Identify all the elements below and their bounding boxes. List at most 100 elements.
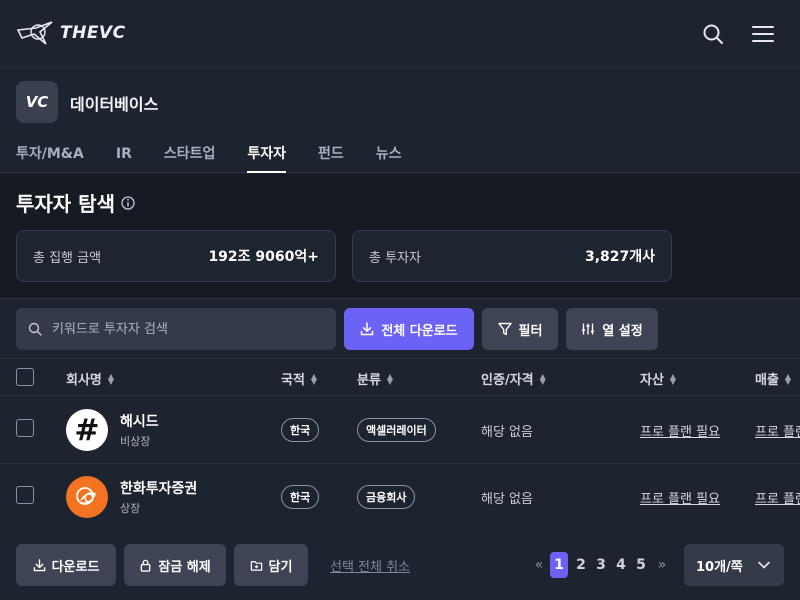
column-label: 국적 — [281, 373, 305, 388]
download-icon — [33, 558, 45, 571]
revenue-pro-link[interactable]: 프로 플랜 — [755, 421, 800, 440]
sort-icon: ▲ ▼ — [310, 371, 318, 386]
page-4[interactable]: 4 — [611, 552, 631, 578]
table-toolbar: 전체 다운로드 필터 열 설정 — [0, 298, 800, 358]
badge-text: VC — [25, 93, 49, 111]
filter-label: 필터 — [518, 323, 543, 339]
assets-pro-link[interactable]: 프로 플랜 필요 — [640, 488, 720, 507]
deselect-all-link[interactable]: 선택 전체 취소 — [330, 556, 410, 575]
company-name[interactable]: 한화투자증권 — [120, 478, 197, 498]
total-amount-card: 총 집행 금액 192조 9060억+ — [16, 230, 336, 282]
bulk-action-bar: 다운로드 잠금 해제 담기 선택 전체 취소 « 1 2 3 4 5 » 10개… — [0, 530, 800, 600]
company-name[interactable]: 해시드 — [120, 411, 159, 431]
stat-value: 192조 9060억+ — [208, 249, 319, 265]
chevron-down-icon — [758, 561, 770, 569]
search-box[interactable] — [16, 308, 336, 350]
column-header-country[interactable]: 국적 ▲ ▼ — [281, 369, 317, 388]
database-header: VC 데이터베이스 투자/M&A IR 스타트업 투자자 펀드 뉴스 — [0, 69, 800, 173]
tab-bar: 투자/M&A IR 스타트업 투자자 펀드 뉴스 — [16, 143, 434, 173]
database-badge: VC — [16, 81, 58, 123]
download-button[interactable]: 다운로드 — [16, 544, 116, 586]
column-header-company[interactable]: 회사명 ▲ ▼ — [66, 369, 114, 388]
per-page-value: 10개/쪽 — [696, 559, 743, 575]
sort-icon: ▲ ▼ — [107, 371, 115, 386]
filter-icon — [497, 322, 512, 336]
logo-text: THEVC — [60, 23, 126, 43]
tab-fund[interactable]: 펀드 — [318, 143, 344, 173]
logo-mark-icon — [16, 21, 53, 45]
tab-investor[interactable]: 투자자 — [247, 143, 286, 173]
stat-label: 총 투자자 — [369, 250, 421, 266]
table-row[interactable]: # 해시드 비상장 한국 액셀러레이터 해당 없음 프로 플랜 필요 프로 플랜 — [0, 397, 800, 464]
column-label: 회사명 — [66, 373, 102, 388]
page-title: 데이터베이스 — [70, 95, 159, 114]
sort-icon: ▲ ▼ — [539, 371, 546, 386]
assets-pro-link[interactable]: 프로 플랜 필요 — [640, 421, 720, 440]
pagination: « 1 2 3 4 5 » — [528, 552, 673, 578]
download-label: 다운로드 — [51, 559, 100, 575]
save-to-folder-button[interactable]: 담기 — [234, 544, 308, 586]
stat-label: 총 집행 금액 — [33, 250, 102, 266]
column-header-certification[interactable]: 인증/자격 ▲ ▼ — [481, 369, 546, 388]
folder-add-icon — [250, 560, 262, 571]
column-label: 인증/자격 — [481, 373, 534, 388]
certification-value: 해당 없음 — [481, 492, 533, 507]
investor-explore-section: 투자자 탐색 총 집행 금액 192조 9060억+ 총 투자자 3,827개사 — [0, 174, 800, 298]
revenue-pro-link[interactable]: 프로 플랜 — [755, 488, 800, 507]
sort-icon: ▲ ▼ — [784, 371, 792, 386]
thevc-logo[interactable]: THEVC — [16, 18, 126, 48]
column-header-category[interactable]: 분류 ▲ ▼ — [357, 369, 393, 388]
row-checkbox[interactable] — [16, 419, 34, 437]
listing-status: 비상장 — [120, 435, 151, 448]
page-2[interactable]: 2 — [571, 552, 591, 578]
column-label: 매출 — [755, 373, 779, 388]
section-title-text: 투자자 탐색 — [16, 192, 115, 216]
column-header-assets[interactable]: 자산 ▲ ▼ — [640, 369, 676, 388]
page-3[interactable]: 3 — [591, 552, 611, 578]
lock-icon — [140, 559, 151, 572]
select-all-checkbox[interactable] — [16, 368, 34, 386]
search-icon — [28, 322, 42, 336]
filter-button[interactable]: 필터 — [482, 308, 558, 350]
unlock-button[interactable]: 잠금 해제 — [124, 544, 226, 586]
prev-page-icon[interactable]: « — [528, 552, 550, 578]
column-header-revenue[interactable]: 매출 ▲ ▼ — [755, 369, 791, 388]
table-header: 회사명 ▲ ▼ 국적 ▲ ▼ 분류 ▲ ▼ 인증/자격 ▲ ▼ 자산 ▲ ▼ 매출 ▲ ▼ — [0, 358, 800, 396]
page-5[interactable]: 5 — [631, 552, 651, 578]
search-input[interactable] — [52, 321, 312, 337]
download-all-label: 전체 다운로드 — [381, 323, 458, 339]
column-label: 분류 — [357, 373, 381, 388]
section-title: 투자자 탐색 — [16, 188, 135, 217]
page-1[interactable]: 1 — [550, 552, 568, 578]
country-badge: 한국 — [281, 485, 320, 509]
menu-icon[interactable] — [751, 22, 775, 46]
column-settings-label: 열 설정 — [602, 323, 643, 339]
tab-ir[interactable]: IR — [116, 143, 132, 173]
per-page-select[interactable]: 10개/쪽 — [684, 544, 784, 586]
table-row[interactable]: 한화투자증권 상장 한국 금융회사 해당 없음 프로 플랜 필요 프로 플랜 — [0, 464, 800, 531]
sort-icon: ▲ ▼ — [386, 371, 394, 386]
certification-value: 해당 없음 — [481, 425, 533, 440]
search-icon[interactable] — [701, 22, 725, 46]
column-label: 자산 — [640, 373, 664, 388]
tab-investment-ma[interactable]: 투자/M&A — [16, 143, 84, 173]
sort-icon: ▲ ▼ — [669, 371, 677, 386]
download-all-button[interactable]: 전체 다운로드 — [344, 308, 474, 350]
unlock-label: 잠금 해제 — [158, 559, 211, 575]
category-badge: 액셀러레이터 — [357, 418, 436, 442]
row-checkbox[interactable] — [16, 486, 34, 504]
tab-news[interactable]: 뉴스 — [376, 143, 402, 173]
listing-status: 상장 — [120, 502, 141, 515]
column-settings-button[interactable]: 열 설정 — [566, 308, 658, 350]
country-badge: 한국 — [281, 418, 320, 442]
tab-startup[interactable]: 스타트업 — [164, 143, 216, 173]
hashed-logo: # — [66, 409, 108, 451]
stat-value: 3,827개사 — [584, 249, 655, 265]
save-label: 담기 — [268, 559, 293, 575]
top-bar: THEVC — [0, 0, 800, 68]
total-investors-card: 총 투자자 3,827개사 — [352, 230, 672, 282]
info-icon[interactable] — [121, 195, 135, 210]
download-icon — [361, 322, 374, 336]
next-page-icon[interactable]: » — [651, 552, 673, 578]
sliders-icon — [582, 323, 595, 335]
